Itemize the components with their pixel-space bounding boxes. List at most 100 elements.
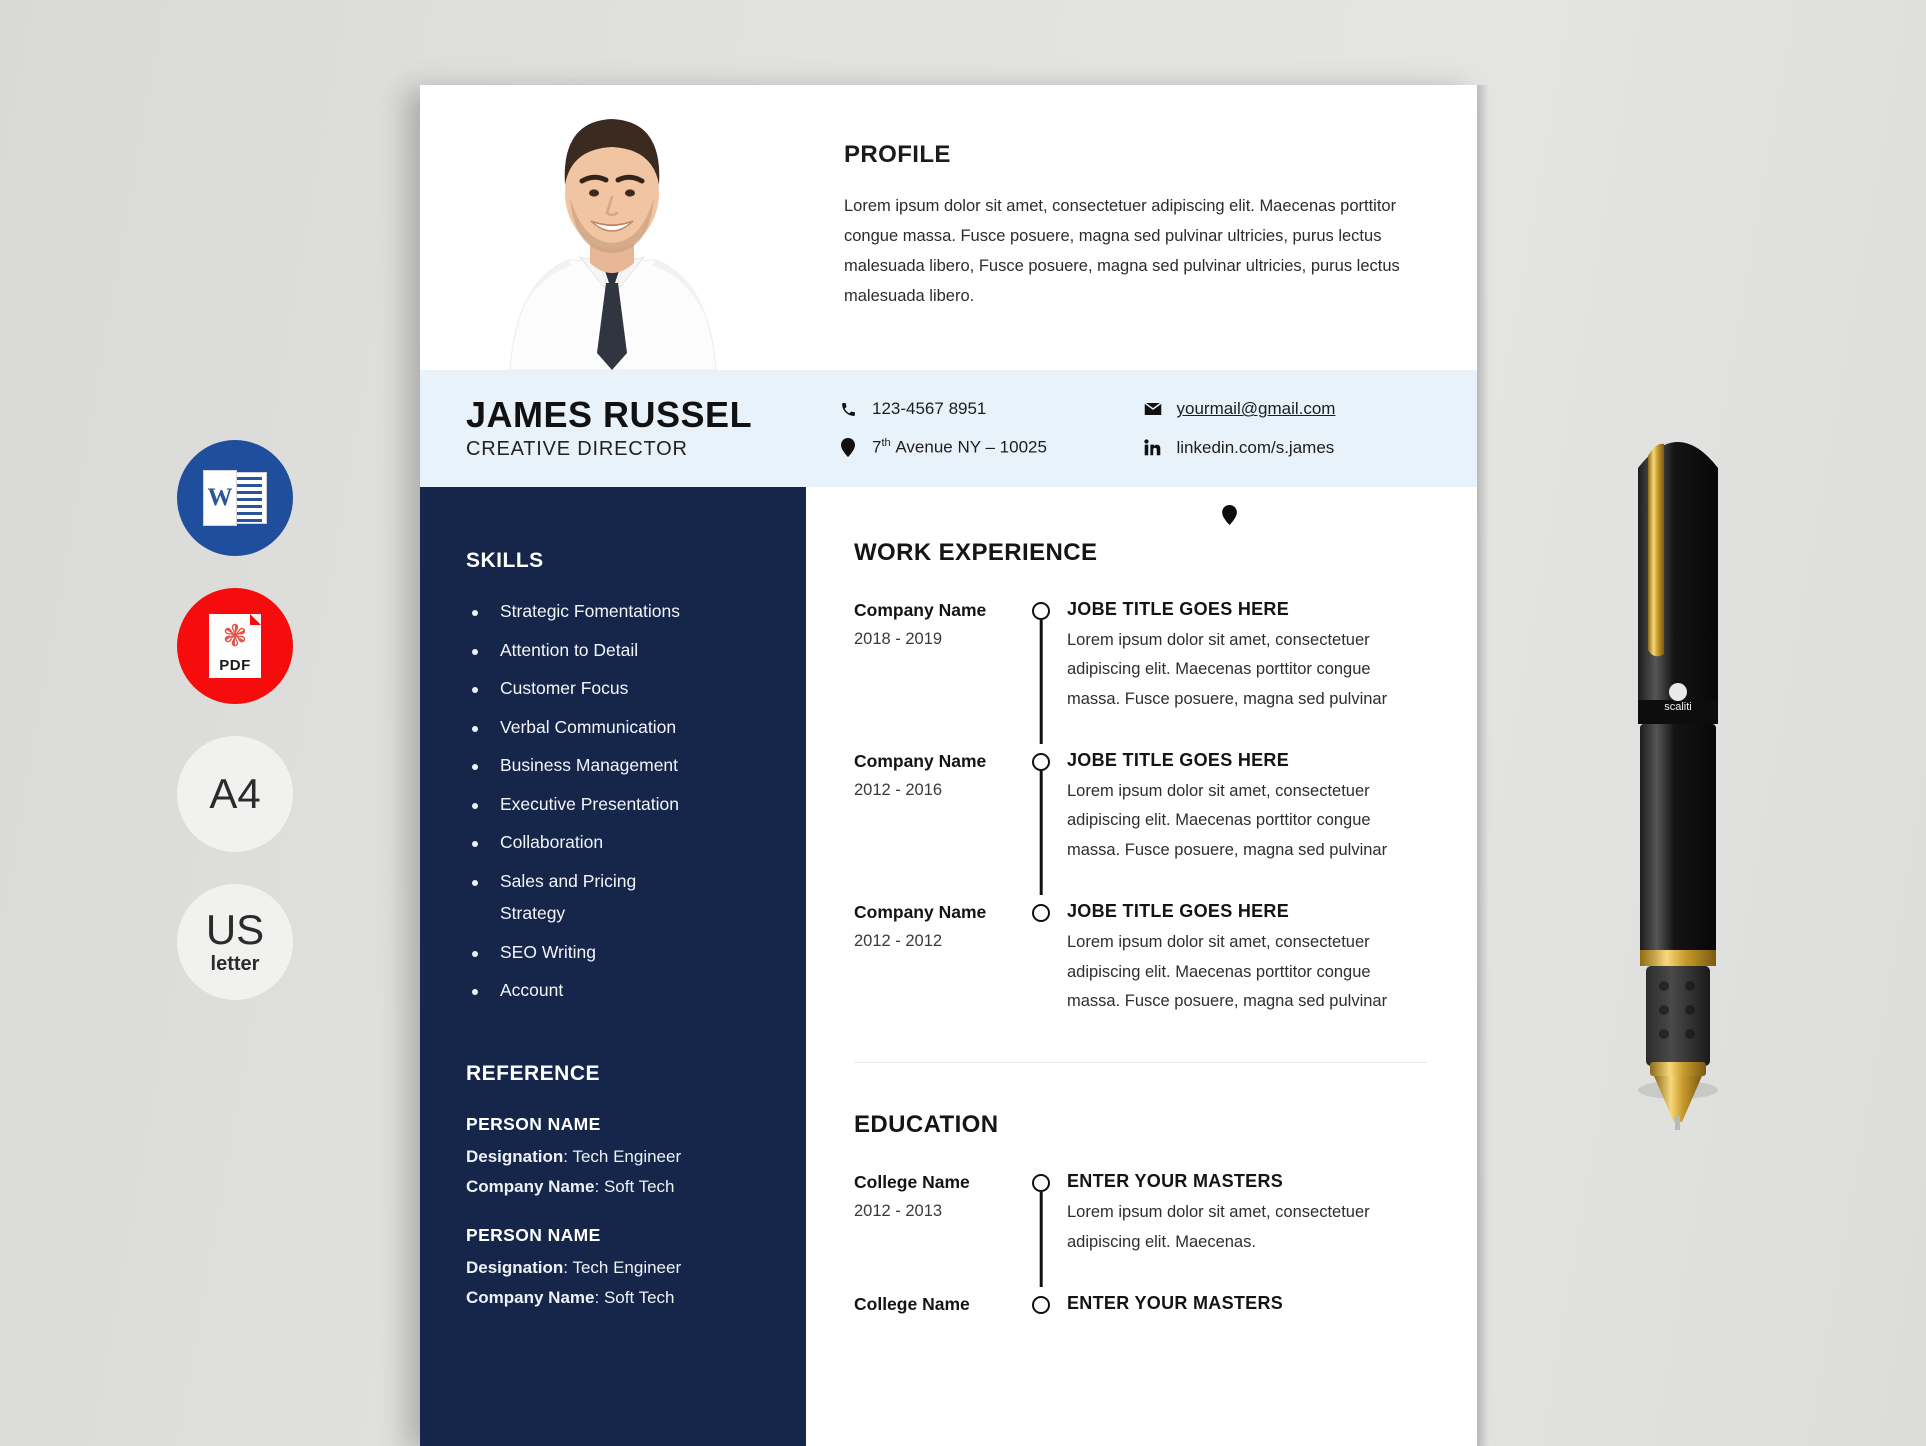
company-label: Company Name — [466, 1287, 595, 1307]
usletter-format-badge[interactable]: US letter — [177, 884, 293, 1000]
skill-item-continuation: Strategy — [500, 903, 566, 923]
skill-item: Business Management — [466, 756, 772, 775]
word-letter-w: W — [203, 470, 237, 526]
contact-list: 123-4567 8951 yourmail@gmail.com 7th Ave… — [806, 399, 1477, 458]
designation-label: Designation — [466, 1146, 564, 1166]
designation-value: Tech Engineer — [572, 1257, 682, 1277]
identity-block: JAMES RUSSEL CREATIVE DIRECTOR — [420, 396, 806, 461]
work-company: Company Name — [854, 902, 987, 923]
reference-designation: Designation: Tech Engineer — [466, 1258, 772, 1278]
company-label: Company Name — [466, 1176, 595, 1196]
reference-entry: PERSON NAME Designation: Tech Engineer C… — [466, 1225, 772, 1308]
resume-sidebar: SKILLS Strategic Fomentations Attention … — [420, 487, 806, 1446]
format-badge-group: W ❃ PDF A4 US letter — [155, 440, 315, 1000]
timeline-rail — [1019, 750, 1063, 896]
work-detail: JOBE TITLE GOES HERE Lorem ipsum dolor s… — [1063, 750, 1427, 865]
reference-person-name: PERSON NAME — [466, 1224, 601, 1245]
timeline-dot-icon — [1032, 1174, 1050, 1193]
timeline-line — [1039, 771, 1043, 896]
pen-icon: scaliti — [1638, 442, 1718, 1132]
envelope-icon — [1143, 402, 1163, 416]
education-college: College Name — [854, 1172, 970, 1193]
phone-value: 123-4567 8951 — [872, 399, 987, 419]
us-label: US — [205, 905, 265, 953]
timeline-dot-icon — [1032, 1295, 1050, 1314]
skills-list: Strategic Fomentations Attention to Deta… — [466, 602, 772, 1000]
profile-body: Lorem ipsum dolor sit amet, consectetuer… — [844, 197, 1400, 306]
resume-main-column: WORK EXPERIENCE Company Name 2018 - 2019… — [806, 487, 1477, 1446]
work-description: Lorem ipsum dolor sit amet, consectetuer… — [1067, 782, 1388, 859]
acrobat-icon: ❃ — [222, 620, 248, 653]
letter-label: letter — [210, 952, 260, 975]
education-detail: ENTER YOUR MASTERS — [1063, 1293, 1427, 1315]
timeline-line — [1039, 620, 1043, 745]
work-years: 2012 - 2016 — [854, 781, 943, 800]
skill-item: Collaboration — [466, 833, 772, 852]
svg-text:scaliti: scaliti — [1664, 701, 1692, 713]
work-job-title: JOBE TITLE GOES HERE — [1067, 901, 1290, 922]
work-entry: Company Name 2012 - 2016 JOBE TITLE GOES… — [854, 750, 1427, 896]
work-company: Company Name — [854, 751, 987, 772]
contact-phone[interactable]: 123-4567 8951 — [838, 399, 1143, 419]
word-format-badge[interactable]: W — [177, 440, 293, 556]
word-document-icon: W — [203, 470, 267, 526]
contact-address[interactable]: 7th Avenue NY – 10025 — [838, 437, 1143, 458]
skill-item: Attention to Detail — [466, 641, 772, 660]
work-job-title: JOBE TITLE GOES HERE — [1067, 750, 1290, 771]
timeline-rail — [1019, 1171, 1063, 1287]
work-entry: Company Name 2018 - 2019 JOBE TITLE GOES… — [854, 599, 1427, 745]
timeline-rail — [1019, 599, 1063, 745]
timeline-dot-icon — [1032, 904, 1050, 923]
education-meta: College Name — [854, 1293, 1019, 1315]
resume-document: PROFILE Lorem ipsum dolor sit amet, cons… — [420, 85, 1477, 1446]
contact-linkedin[interactable]: linkedin.com/s.james — [1143, 437, 1448, 458]
contact-email[interactable]: yourmail@gmail.com — [1143, 399, 1448, 419]
skill-item: Customer Focus — [466, 679, 772, 698]
company-value: Soft Tech — [603, 1287, 675, 1307]
work-job-title: JOBE TITLE GOES HERE — [1067, 599, 1290, 619]
education-description: Lorem ipsum dolor sit amet, consectetuer… — [1067, 1203, 1370, 1251]
map-pin-marker-icon — [1222, 505, 1237, 530]
education-college: College Name — [854, 1293, 970, 1314]
reference-heading: REFERENCE — [466, 1061, 601, 1085]
location-pin-icon — [838, 438, 858, 457]
portrait-photo-icon — [448, 85, 778, 370]
reference-company: Company Name: Soft Tech — [466, 1288, 772, 1308]
full-name: JAMES RUSSEL — [466, 394, 753, 436]
reference-entry: PERSON NAME Designation: Tech Engineer C… — [466, 1114, 772, 1197]
skill-item: Sales and Pricing — [466, 872, 772, 891]
reference-person-name: PERSON NAME — [466, 1113, 601, 1134]
education-years: 2012 - 2013 — [854, 1202, 943, 1221]
education-degree: ENTER YOUR MASTERS — [1067, 1171, 1284, 1192]
education-entry: College Name 2012 - 2013 ENTER YOUR MAST… — [854, 1171, 1427, 1287]
profile-heading: PROFILE — [844, 141, 951, 168]
a4-format-badge[interactable]: A4 — [177, 736, 293, 852]
education-meta: College Name 2012 - 2013 — [854, 1171, 1019, 1257]
education-heading: EDUCATION — [854, 1111, 999, 1139]
identity-band: JAMES RUSSEL CREATIVE DIRECTOR 123-4567 … — [420, 370, 1477, 487]
timeline-line — [1039, 1192, 1043, 1287]
work-entry: Company Name 2012 - 2012 JOBE TITLE GOES… — [854, 901, 1427, 1016]
pdf-format-badge[interactable]: ❃ PDF — [177, 588, 293, 704]
company-sep: : — [594, 1176, 604, 1196]
designation-value: Tech Engineer — [572, 1146, 682, 1166]
work-company: Company Name — [854, 600, 987, 620]
company-value: Soft Tech — [603, 1176, 675, 1196]
work-description: Lorem ipsum dolor sit amet, consectetuer… — [1067, 933, 1388, 1010]
linkedin-value: linkedin.com/s.james — [1176, 437, 1335, 457]
timeline-dot-icon — [1032, 602, 1050, 620]
profile-section: PROFILE Lorem ipsum dolor sit amet, cons… — [806, 85, 1477, 370]
skills-heading: SKILLS — [466, 549, 544, 572]
skill-item: Strategic Fomentations — [466, 602, 772, 621]
work-meta: Company Name 2012 - 2012 — [854, 901, 1019, 1016]
resume-header-row: PROFILE Lorem ipsum dolor sit amet, cons… — [420, 85, 1477, 370]
work-meta: Company Name 2012 - 2016 — [854, 750, 1019, 865]
company-sep: : — [594, 1287, 604, 1307]
timeline-rail — [1019, 1293, 1063, 1315]
work-detail: JOBE TITLE GOES HERE Lorem ipsum dolor s… — [1063, 599, 1427, 714]
work-detail: JOBE TITLE GOES HERE Lorem ipsum dolor s… — [1063, 901, 1427, 1016]
skill-item: SEO Writing — [466, 943, 772, 962]
